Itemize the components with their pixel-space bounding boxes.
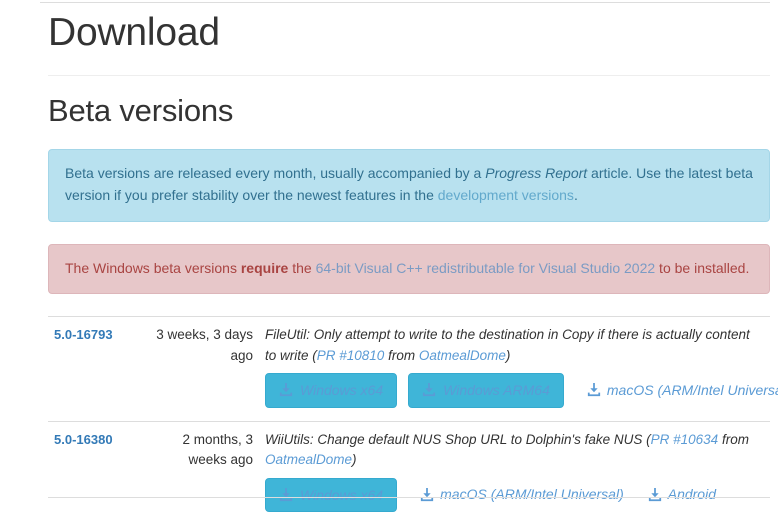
description-cell: FileUtil: Only attempt to write to the d… <box>259 316 778 422</box>
table-row: 5.0-16793 3 weeks, 3 days ago FileUtil: On… <box>48 316 778 422</box>
download-windows-arm64-button[interactable]: Windows ARM64 <box>408 373 564 408</box>
danger-alert-text-2: the <box>288 259 316 276</box>
version-link[interactable]: 5.0-16793 <box>54 327 113 342</box>
download-icon <box>420 487 434 502</box>
download-button-label: Windows x64 <box>300 382 384 399</box>
download-icon <box>279 487 293 502</box>
description-suffix: ) <box>352 452 357 468</box>
development-versions-link[interactable]: development versions <box>438 187 574 203</box>
author-link[interactable]: OatmealDome <box>419 348 506 363</box>
download-icon <box>422 383 436 397</box>
download-button-label: Windows x64 <box>300 486 384 503</box>
release-date-cell: 2 months, 3 weeks ago <box>142 420 259 525</box>
author-link[interactable]: OatmealDome <box>265 452 352 467</box>
danger-alert-text-1: The Windows beta versions <box>65 259 241 276</box>
download-button-label: Windows ARM64 <box>443 382 550 399</box>
download-button-label: macOS (ARM/Intel Universal) <box>440 486 624 503</box>
download-button-label: macOS (ARM/Intel Universal) <box>606 381 778 398</box>
release-date-cell: 3 weeks, 3 days ago <box>142 316 259 422</box>
pull-request-link[interactable]: PR #10634 <box>651 432 719 447</box>
version-cell: 5.0-16793 <box>48 316 142 422</box>
page-title: Download <box>48 11 220 54</box>
download-button-label: Android <box>667 486 716 503</box>
download-macos-arm-intel-universal-button[interactable]: macOS (ARM/Intel Universal) <box>575 372 778 409</box>
info-alert-text-1: Beta versions are released every month, … <box>65 164 486 181</box>
beta-versions-table: 5.0-16793 3 weeks, 3 days ago FileUtil: On… <box>48 316 778 525</box>
download-button-row: Windows x64 Windows ARM64 macOS (ARM/Intel… <box>265 366 778 421</box>
download-windows-x64-button[interactable]: Windows x64 <box>265 373 398 408</box>
download-macos-arm-intel-universal-button[interactable]: macOS (ARM/Intel Universal) <box>408 476 636 513</box>
info-alert: Beta versions are released every month, … <box>48 148 770 222</box>
commit-description: FileUtil: Only attempt to write to the d… <box>265 325 764 366</box>
description-from-text: from <box>384 347 419 363</box>
description-from-text: from <box>718 431 749 447</box>
danger-alert-strong: require <box>240 259 289 276</box>
section-title-beta-versions: Beta versions <box>48 92 234 128</box>
pull-request-link[interactable]: PR #10810 <box>317 348 385 363</box>
page-content: Download Beta versions Beta versions are… <box>0 0 778 525</box>
commit-description: WiiUtils: Change default NUS Shop URL to… <box>265 430 764 471</box>
download-windows-x64-button[interactable]: Windows x64 <box>265 477 398 513</box>
description-suffix: ) <box>505 347 511 363</box>
vcredist-link[interactable]: 64-bit Visual C++ redistributable for Vi… <box>316 260 656 276</box>
description-text: WiiUtils: Change default NUS Shop URL to… <box>265 431 651 447</box>
download-icon <box>648 487 662 502</box>
info-alert-text-3: . <box>573 186 578 203</box>
download-android-button[interactable]: Android <box>636 476 728 513</box>
download-icon <box>587 383 601 397</box>
version-cell: 5.0-16380 <box>48 420 142 525</box>
info-alert-emphasis: Progress Report <box>485 164 588 181</box>
description-cell: WiiUtils: Change default NUS Shop URL to… <box>259 420 770 525</box>
download-icon <box>279 383 293 397</box>
danger-alert-text-3: to be installed. <box>655 259 750 276</box>
danger-alert: The Windows beta versions require the 64… <box>48 243 770 295</box>
table-row: 5.0-16380 2 months, 3 weeks ago WiiUtils: … <box>48 420 770 525</box>
version-link[interactable]: 5.0-16380 <box>54 432 113 447</box>
bottom-border-rule <box>48 497 770 498</box>
